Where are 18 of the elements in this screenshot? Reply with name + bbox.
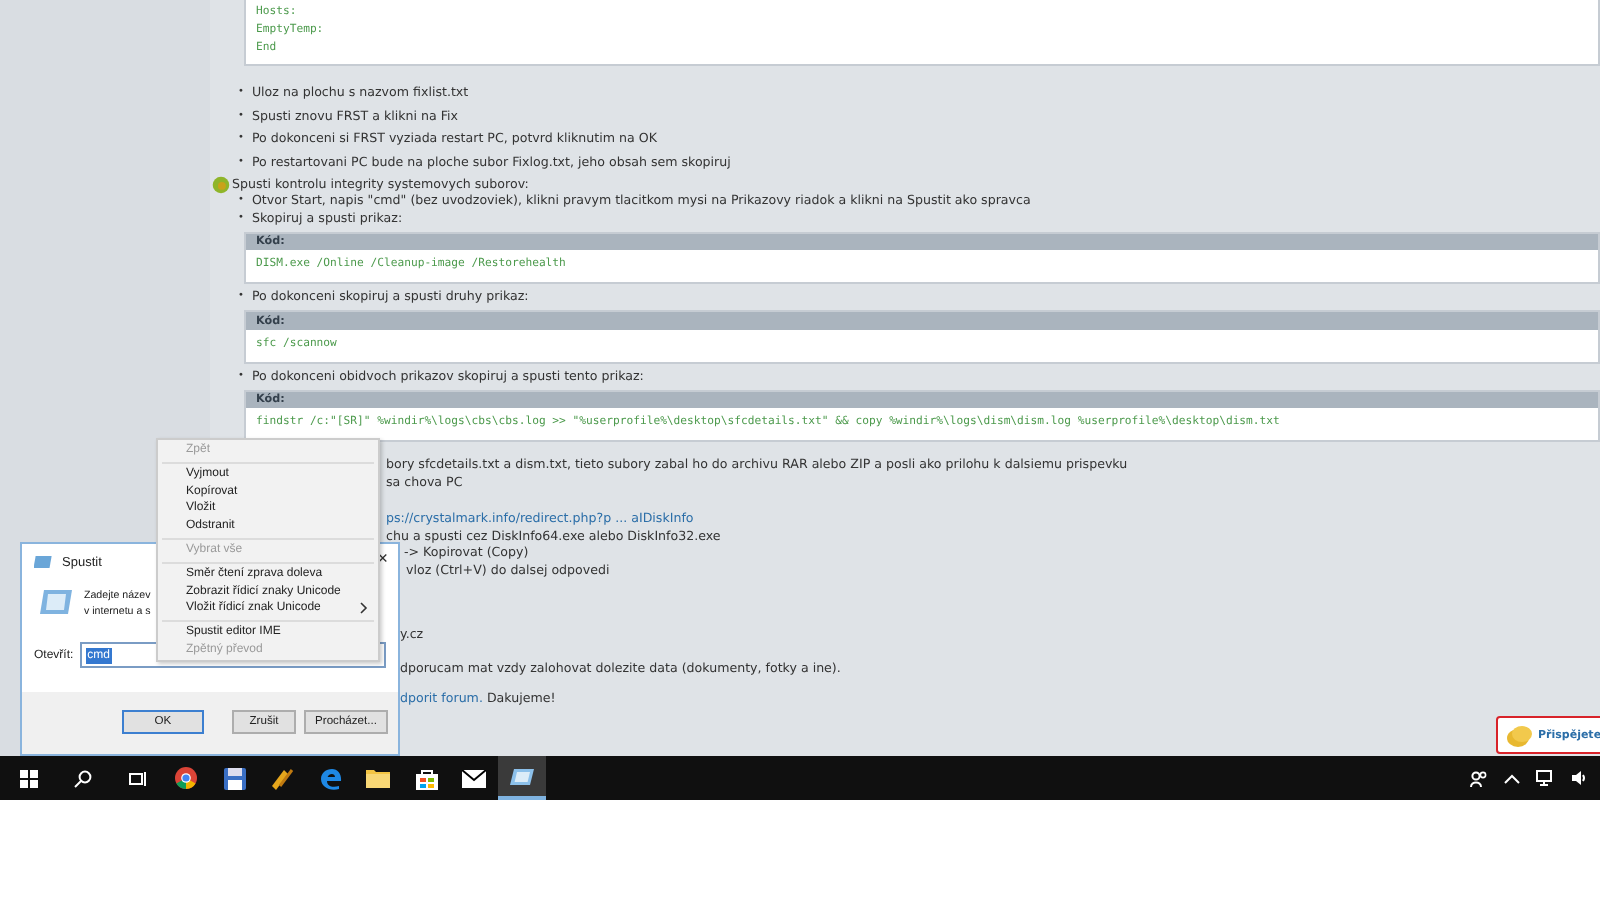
- chrome-icon: [174, 766, 198, 790]
- windows-start-icon[interactable]: [20, 769, 38, 787]
- network-icon[interactable]: [1536, 770, 1556, 786]
- volume-icon[interactable]: [1572, 770, 1588, 786]
- edge-icon: [319, 767, 341, 789]
- mail-icon: [462, 769, 486, 787]
- folder-icon: [366, 768, 390, 788]
- floppy-icon: [223, 767, 245, 789]
- chevron-up-icon[interactable]: [1504, 773, 1520, 783]
- run-icon: [510, 767, 534, 785]
- taskbar-app[interactable]: [498, 756, 546, 800]
- search-icon[interactable]: [74, 769, 92, 787]
- coins-icon: [1506, 723, 1534, 747]
- people-icon[interactable]: [1470, 769, 1488, 787]
- run-icon: [38, 588, 74, 616]
- run-icon: [34, 554, 54, 570]
- task-view-icon[interactable]: [128, 769, 146, 787]
- shopping-bag-icon: [415, 767, 437, 789]
